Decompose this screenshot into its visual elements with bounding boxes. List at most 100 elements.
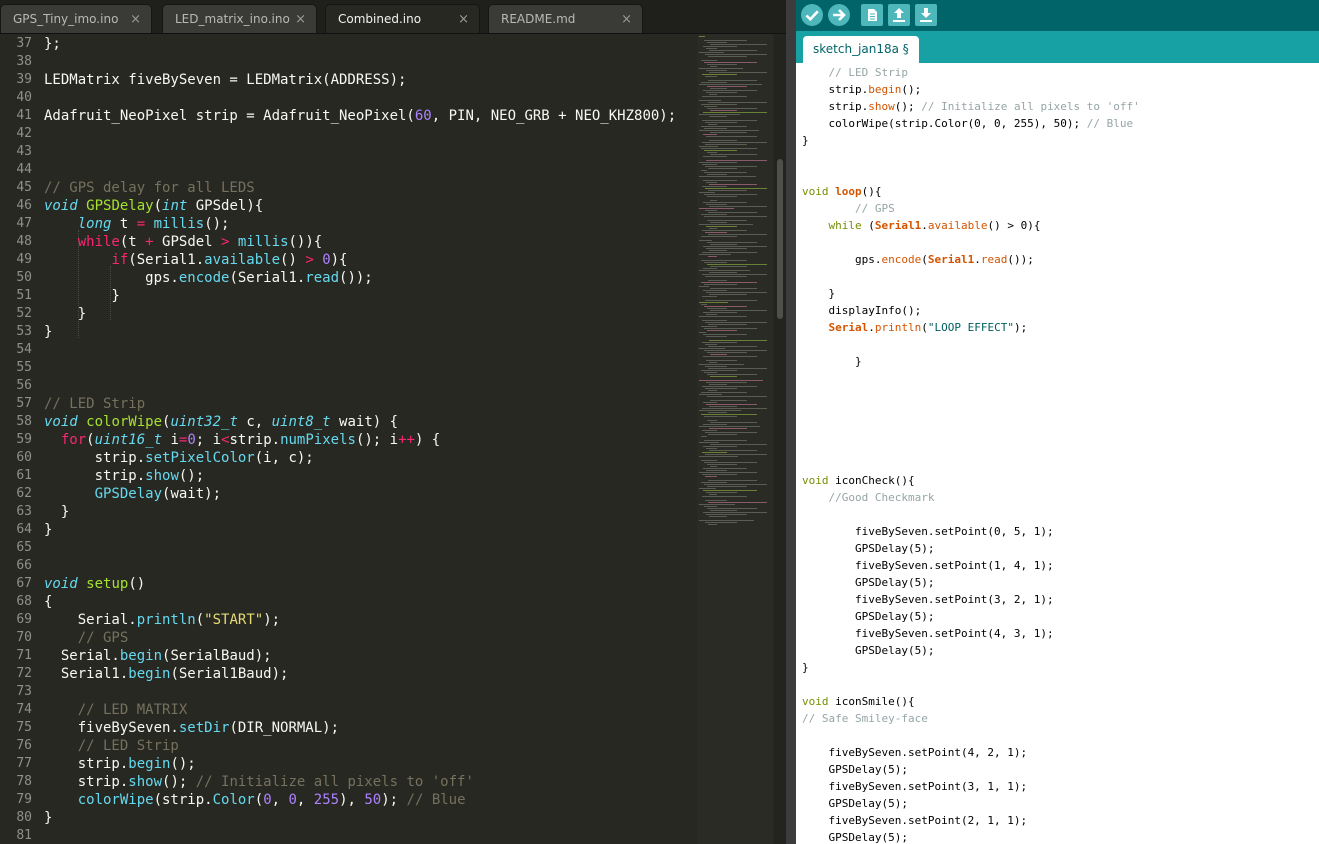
code-token: begin	[119, 648, 163, 664]
arduino-code-area[interactable]: // LED Strip strip.begin(); strip.show()…	[796, 63, 1319, 844]
minimap-line	[707, 264, 767, 265]
editor-scrollbar-thumb[interactable]	[777, 159, 783, 319]
code-line: LEDMatrix fiveBySeven = LEDMatrix(ADDRES…	[44, 71, 406, 89]
open-icon[interactable]	[887, 3, 911, 27]
minimap-line	[699, 410, 741, 411]
code-token: GPSdel	[153, 234, 222, 250]
code-token: // GPS delay for all LEDS	[44, 180, 255, 196]
code-token: show	[145, 468, 179, 484]
minimap-line	[707, 396, 767, 397]
close-icon[interactable]: ×	[130, 5, 141, 34]
line-number: 70	[16, 630, 32, 645]
tab-combined[interactable]: Combined.ino ×	[325, 4, 480, 33]
code-line: while(t + GPSdel > millis()){	[44, 233, 323, 251]
code-token: available	[204, 252, 281, 268]
code-token: // LED Strip	[77, 738, 179, 754]
code-token: // GPS	[854, 202, 895, 215]
code-token: uint32_t	[170, 414, 238, 430]
tab-led-matrix[interactable]: LED_matrix_ino.ino ×	[162, 4, 317, 33]
minimap-line	[699, 68, 743, 69]
code-token: GPSdel){	[187, 198, 264, 214]
line-number: 49	[16, 252, 32, 267]
minimap-line	[709, 272, 737, 273]
save-icon[interactable]	[914, 3, 938, 27]
code-token: i	[162, 432, 179, 448]
minimap-line	[704, 350, 767, 351]
minimap[interactable]	[697, 34, 773, 844]
minimap-line	[709, 516, 727, 517]
code-token: GPSDelay(5);	[802, 831, 908, 844]
minimap-line	[707, 308, 727, 309]
code-line: // LED Strip	[44, 395, 145, 413]
close-icon[interactable]: ×	[295, 5, 306, 34]
line-number: 74	[16, 702, 32, 717]
minimap-line	[705, 322, 767, 323]
tab-sketch[interactable]: sketch_jan18a §	[803, 36, 919, 63]
arduino-code-line: }	[802, 353, 862, 370]
code-token: (); i	[355, 432, 399, 448]
minimap-line	[708, 524, 717, 525]
close-icon[interactable]: ×	[621, 5, 632, 34]
minimap-line	[710, 110, 737, 111]
minimap-line	[708, 480, 757, 481]
minimap-line	[708, 56, 747, 57]
minimap-line	[702, 142, 767, 143]
minimap-line	[702, 252, 757, 253]
close-icon[interactable]: ×	[458, 5, 469, 34]
minimap-line	[708, 212, 757, 213]
code-token: Color	[212, 792, 255, 808]
minimap-line	[704, 194, 757, 195]
minimap-line	[702, 430, 717, 431]
arduino-code-line: // LED Strip	[802, 64, 908, 81]
editor-scrollbar[interactable]	[774, 34, 786, 844]
minimap-line	[705, 232, 727, 233]
minimap-line	[709, 450, 757, 451]
minimap-line	[706, 360, 737, 361]
tab-gps-tiny[interactable]: GPS_Tiny_imo.ino ×	[0, 4, 152, 33]
code-line: // GPS delay for all LEDS	[44, 179, 255, 197]
code-token: while	[828, 219, 862, 232]
minimap-line	[699, 270, 750, 271]
code-token: colorWipe	[86, 414, 163, 430]
new-icon[interactable]	[860, 3, 884, 27]
code-token: 0	[263, 792, 272, 808]
arduino-code-line: Serial.println("LOOP EFFECT");	[802, 319, 1028, 336]
code-token: (DIR_NORMAL);	[229, 720, 340, 736]
tab-label: LED_matrix_ino.ino	[175, 12, 290, 26]
arduino-code-line: GPSDelay(5);	[802, 761, 907, 778]
arduino-code-line: fiveBySeven.setPoint(0, 5, 1);	[802, 523, 1054, 540]
minimap-line	[701, 282, 757, 283]
tab-readme[interactable]: README.md ×	[488, 4, 643, 33]
minimap-line	[699, 254, 731, 255]
code-token: (){	[861, 185, 882, 198]
line-number: 57	[16, 396, 32, 411]
minimap-line	[705, 210, 717, 211]
code-token: millis	[153, 216, 205, 232]
minimap-line	[710, 354, 727, 355]
code-area[interactable]: 37}; 38 39 LEDMatrix fiveBySeven = LEDMatri…	[0, 34, 700, 844]
code-token: strip.	[802, 100, 869, 113]
minimap-line	[707, 86, 747, 87]
verify-icon[interactable]	[800, 3, 824, 27]
arduino-code-line: // Safe Smiley-face	[802, 710, 928, 727]
minimap-line	[705, 388, 737, 389]
minimap-line	[699, 52, 724, 53]
code-token: }	[802, 661, 809, 674]
minimap-line	[705, 276, 747, 277]
upload-icon[interactable]	[827, 3, 851, 27]
code-token: <	[221, 432, 230, 448]
code-token: }	[44, 306, 87, 322]
code-token: Adafruit_NeoPixel strip = Adafruit_NeoPi…	[44, 108, 415, 124]
code-token: // LED Strip	[828, 66, 908, 79]
minimap-line	[710, 288, 757, 289]
code-line: void colorWipe(uint32_t c, uint8_t wait)…	[44, 413, 398, 431]
line-number: 56	[16, 378, 32, 393]
arduino-code-line: void iconSmile(){	[802, 693, 915, 710]
minimap-line	[701, 126, 747, 127]
line-number: 58	[16, 414, 32, 429]
minimap-line	[705, 300, 757, 301]
code-token: fiveBySeven.setPoint(3, 1, 1);	[802, 780, 1028, 793]
minimap-line	[708, 168, 737, 169]
